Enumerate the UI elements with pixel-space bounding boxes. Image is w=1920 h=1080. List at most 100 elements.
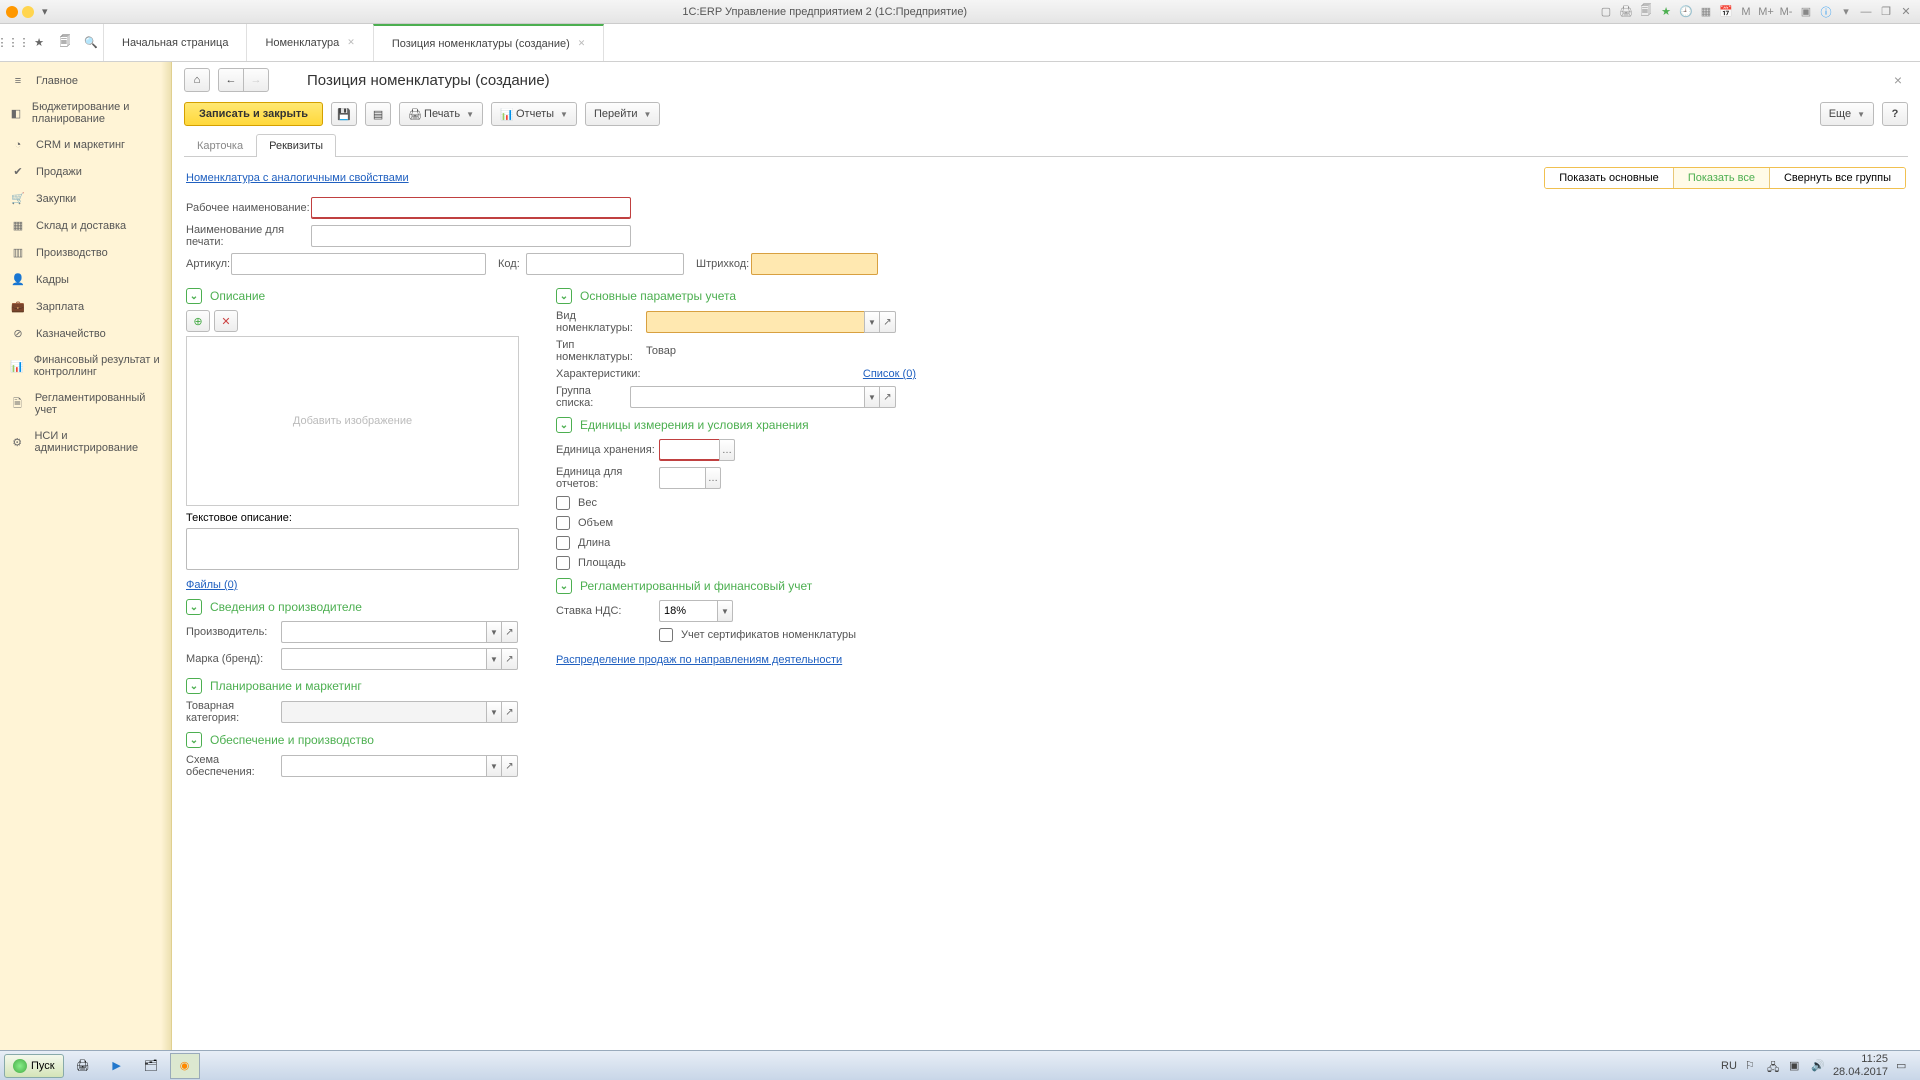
open-icon[interactable]: ↗ <box>880 386 896 408</box>
sidebar-item-crm[interactable]: ◔CRM и маркетинг <box>0 132 171 158</box>
more-button[interactable]: Еще▼ <box>1820 102 1874 126</box>
open-icon[interactable]: ↗ <box>502 621 518 643</box>
product-category-input[interactable] <box>281 701 486 723</box>
page-close-button[interactable]: × <box>1888 72 1908 88</box>
dropdown-icon[interactable]: ▼ <box>864 311 880 333</box>
section-description[interactable]: ⌄ Описание <box>186 288 526 304</box>
open-icon[interactable]: ↗ <box>502 701 518 723</box>
image-placeholder[interactable]: Добавить изображение <box>186 336 519 506</box>
nomenclature-type-input[interactable] <box>646 311 864 333</box>
sidebar-item-regaccounting[interactable]: 🗎Регламентированный учет <box>0 385 171 423</box>
tray-volume-icon[interactable]: 🔊 <box>1811 1059 1825 1073</box>
tab-home[interactable]: Начальная страница <box>103 24 247 61</box>
characteristics-list-link[interactable]: Список (0) <box>863 368 916 380</box>
dropdown-icon[interactable]: ▼ <box>864 386 880 408</box>
tray-show-desktop[interactable]: ▭ <box>1896 1059 1910 1073</box>
volume-checkbox[interactable] <box>556 516 570 530</box>
sidebar-item-main[interactable]: ≡Главное <box>0 68 171 94</box>
barcode-input[interactable] <box>751 253 878 275</box>
storage-unit-input[interactable] <box>659 439 719 461</box>
sidebar-item-budgeting[interactable]: ◧Бюджетирование и планирование <box>0 94 171 132</box>
titlebar-mplus-icon[interactable]: M+ <box>1758 4 1774 20</box>
view-show-main[interactable]: Показать основные <box>1545 168 1674 188</box>
similar-nomenclature-link[interactable]: Номенклатура с аналогичными свойствами <box>186 172 409 184</box>
manufacturer-input[interactable] <box>281 621 486 643</box>
list-group-input[interactable] <box>630 386 864 408</box>
titlebar-info-dd[interactable]: ▾ <box>1838 4 1854 20</box>
titlebar-print-icon[interactable]: 🖨 <box>1618 4 1634 20</box>
start-button[interactable]: Пуск <box>4 1054 64 1078</box>
nav-home-button[interactable]: ⌂ <box>184 68 210 92</box>
length-checkbox[interactable] <box>556 536 570 550</box>
titlebar-star-icon[interactable]: ★ <box>1658 4 1674 20</box>
section-main-params[interactable]: ⌄ Основные параметры учета <box>556 288 916 304</box>
section-units[interactable]: ⌄ Единицы измерения и условия хранения <box>556 417 916 433</box>
sidebar-item-warehouse[interactable]: ▦Склад и доставка <box>0 212 171 239</box>
titlebar-window-icon[interactable]: ▣ <box>1798 4 1814 20</box>
sidebar-item-production[interactable]: ▥Производство <box>0 239 171 266</box>
article-input[interactable] <box>231 253 486 275</box>
tray-flag-icon[interactable]: ⚐ <box>1745 1059 1759 1073</box>
sales-distribution-link[interactable]: Распределение продаж по направлениям дея… <box>556 654 842 666</box>
titlebar-mminus-icon[interactable]: M- <box>1778 4 1794 20</box>
section-planning[interactable]: ⌄ Планирование и маркетинг <box>186 678 526 694</box>
files-link[interactable]: Файлы (0) <box>186 579 237 591</box>
help-button[interactable]: ? <box>1882 102 1908 126</box>
nav-back-button[interactable]: ← <box>218 68 244 92</box>
titlebar-info-icon[interactable]: ⓘ <box>1818 4 1834 20</box>
titlebar-m-icon[interactable]: M <box>1738 4 1754 20</box>
dropdown-icon[interactable]: ▼ <box>486 648 502 670</box>
sidebar-item-purchases[interactable]: 🛒Закупки <box>0 185 171 212</box>
goto-button[interactable]: Перейти▼ <box>585 102 661 126</box>
window-close-icon[interactable]: ✕ <box>1898 4 1914 20</box>
vat-rate-input[interactable] <box>659 600 717 622</box>
dropdown-icon[interactable]: ▼ <box>486 621 502 643</box>
code-input[interactable] <box>526 253 684 275</box>
sidebar-item-nsi[interactable]: ⚙НСИ и администрирование <box>0 423 171 461</box>
titlebar-calendar-icon[interactable]: 📅 <box>1718 4 1734 20</box>
tab-nomenclature[interactable]: Номенклатура ✕ <box>246 24 373 61</box>
search-icon[interactable]: 🔍 <box>78 24 104 61</box>
sidebar-item-hr[interactable]: 👤Кадры <box>0 266 171 293</box>
sidebar-item-treasury[interactable]: ⊘Казначейство <box>0 320 171 347</box>
brand-input[interactable] <box>281 648 486 670</box>
add-image-button[interactable]: ⊕ <box>186 310 210 332</box>
titlebar-icon-1[interactable]: ▢ <box>1598 4 1614 20</box>
sidebar-item-salary[interactable]: 💼Зарплата <box>0 293 171 320</box>
print-name-input[interactable] <box>311 225 631 247</box>
dropdown-icon[interactable]: ▼ <box>486 755 502 777</box>
favorites-star-icon[interactable]: ★ <box>26 24 52 61</box>
work-name-input[interactable] <box>311 197 631 219</box>
report-unit-input[interactable] <box>659 467 705 489</box>
reports-button[interactable]: 📊Отчеты▼ <box>491 102 577 126</box>
sidebar-item-finresult[interactable]: 📊Финансовый результат и контроллинг <box>0 347 171 385</box>
sidebar-collapse-handle[interactable] <box>161 62 171 1050</box>
titlebar-icon-3[interactable]: 🗐 <box>1638 4 1654 20</box>
select-icon[interactable]: … <box>705 467 721 489</box>
dropdown-icon[interactable]: ▼ <box>486 701 502 723</box>
view-collapse-all[interactable]: Свернуть все группы <box>1770 168 1905 188</box>
window-minimize-icon[interactable]: — <box>1858 4 1874 20</box>
area-checkbox[interactable] <box>556 556 570 570</box>
apps-grid-icon[interactable]: ⋮⋮⋮ <box>0 24 26 61</box>
supply-scheme-input[interactable] <box>281 755 486 777</box>
tray-network-icon[interactable]: 🖧 <box>1767 1059 1781 1073</box>
print-button[interactable]: 🖨Печать▼ <box>399 102 483 126</box>
view-show-all[interactable]: Показать все <box>1674 168 1770 188</box>
section-manufacturer[interactable]: ⌄ Сведения о производителе <box>186 599 526 615</box>
list-button[interactable]: ▤ <box>365 102 391 126</box>
delete-image-button[interactable]: ✕ <box>214 310 238 332</box>
taskbar-devices-icon[interactable]: 🖨 <box>68 1053 98 1079</box>
taskbar-explorer-icon[interactable]: 🗂 <box>136 1053 166 1079</box>
titlebar-history-icon[interactable]: 🕘 <box>1678 4 1694 20</box>
open-icon[interactable]: ↗ <box>880 311 896 333</box>
taskbar-powershell-icon[interactable]: ▶ <box>102 1053 132 1079</box>
dropdown-icon[interactable]: ▼ <box>717 600 733 622</box>
history-clip-icon[interactable]: 🗐 <box>52 24 78 61</box>
tab-close-icon[interactable]: ✕ <box>347 37 355 48</box>
open-icon[interactable]: ↗ <box>502 755 518 777</box>
cert-accounting-checkbox[interactable] <box>659 628 673 642</box>
subtab-card[interactable]: Карточка <box>184 134 256 157</box>
save-button[interactable]: 💾 <box>331 102 357 126</box>
open-icon[interactable]: ↗ <box>502 648 518 670</box>
